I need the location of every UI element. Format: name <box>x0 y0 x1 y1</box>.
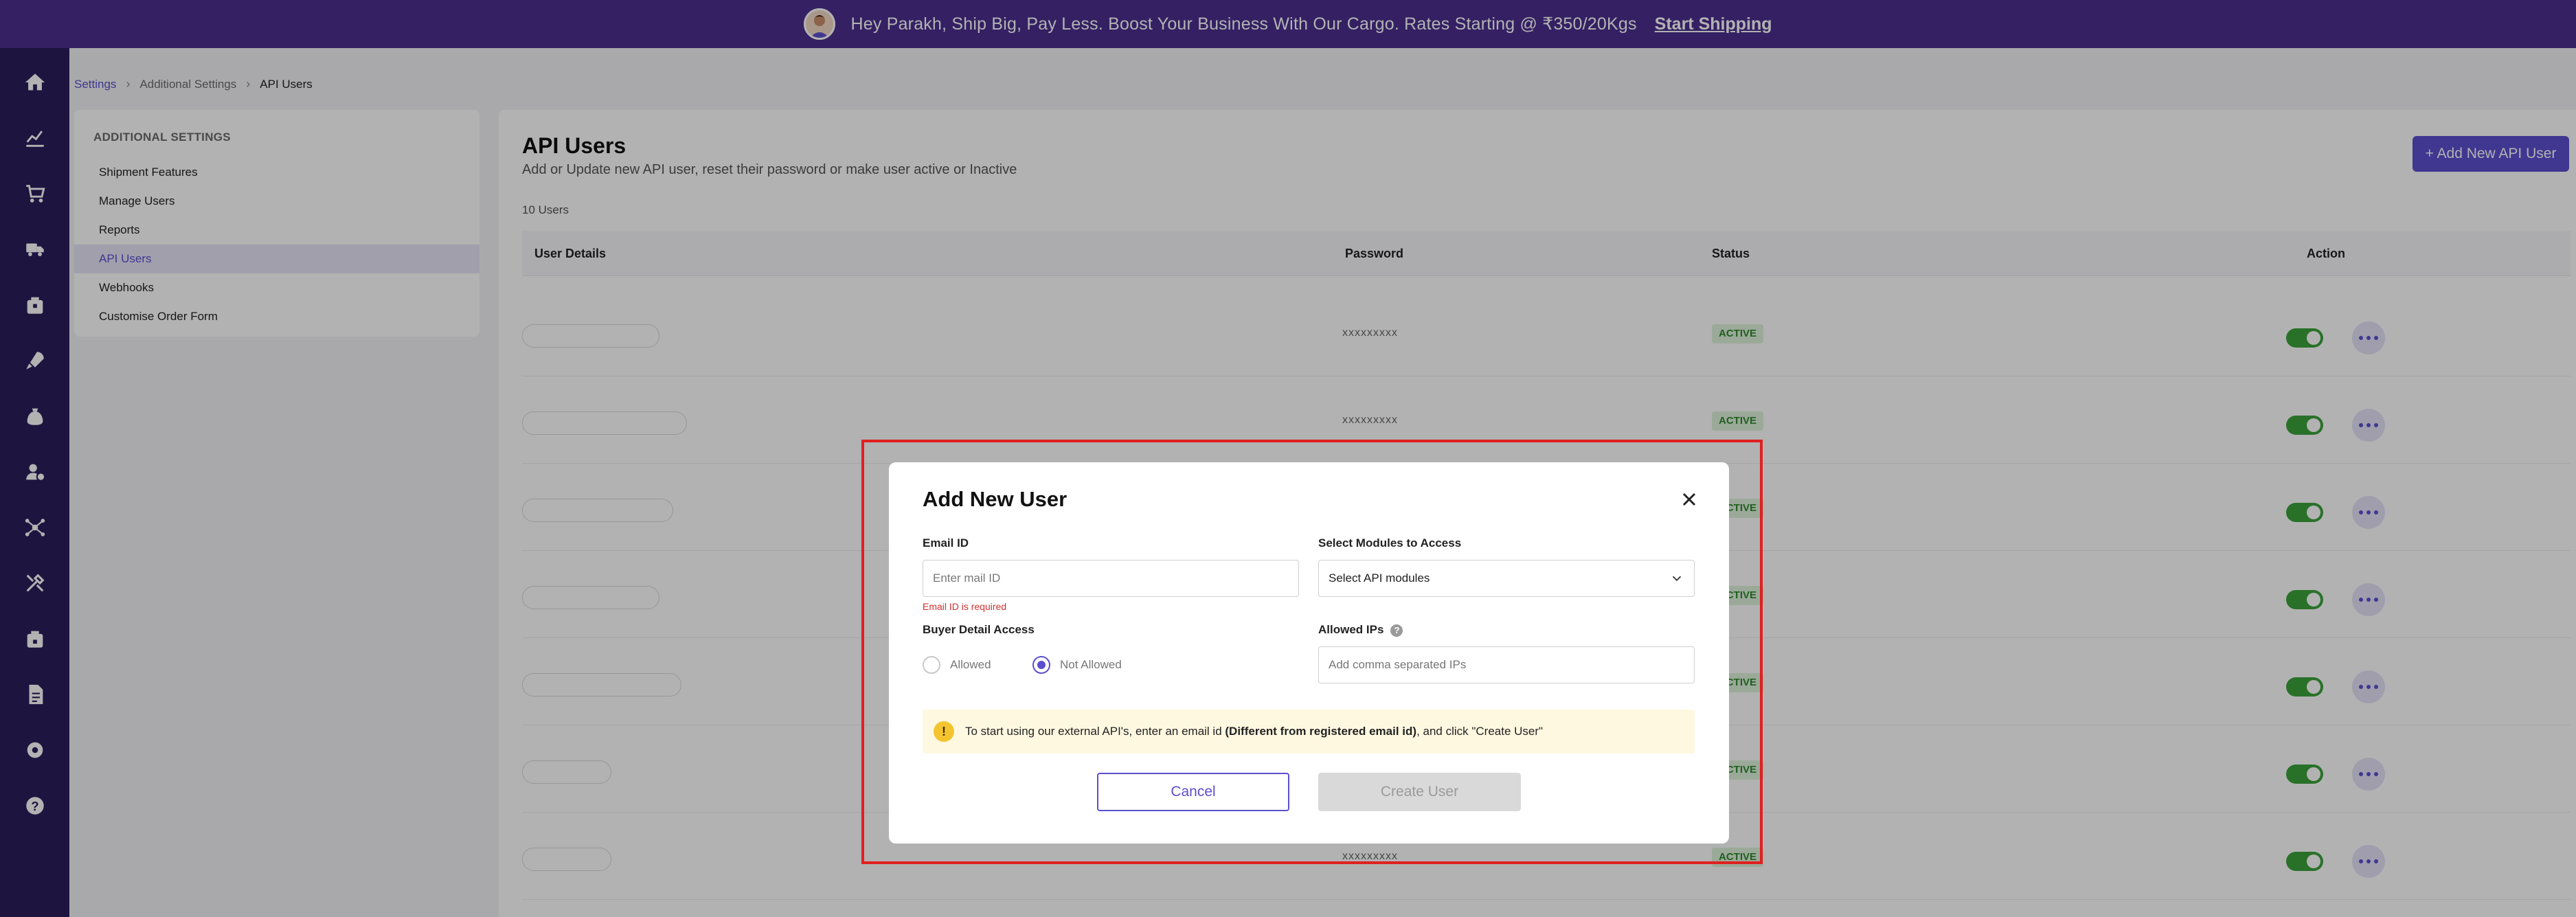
email-input[interactable] <box>923 560 1299 597</box>
radio-allowed[interactable]: Allowed <box>923 656 991 674</box>
info-text-suffix: , and click "Create User" <box>1416 725 1544 738</box>
allowed-ips-label-row: Allowed IPs? <box>1318 623 1403 637</box>
info-text-prefix: To start using our external API's, enter… <box>965 725 1225 738</box>
info-icon: ! <box>934 721 954 742</box>
radio-not-allowed[interactable]: Not Allowed <box>1032 656 1122 674</box>
email-label: Email ID <box>923 536 969 550</box>
info-banner: ! To start using our external API's, ent… <box>923 710 1695 754</box>
cancel-button[interactable]: Cancel <box>1097 773 1289 811</box>
radio-not-allowed-label: Not Allowed <box>1060 658 1122 671</box>
add-user-modal: Add New User Email ID Email ID is requir… <box>889 462 1729 844</box>
email-error-text: Email ID is required <box>923 601 1007 612</box>
create-user-button[interactable]: Create User <box>1318 773 1521 811</box>
radio-allowed-label: Allowed <box>950 658 991 671</box>
modal-title: Add New User <box>923 487 1067 511</box>
close-icon[interactable] <box>1678 488 1700 510</box>
modules-select-value: Select API modules <box>1329 571 1430 585</box>
info-text-bold: (Different from registered email id) <box>1225 725 1417 738</box>
allowed-ips-input[interactable] <box>1318 646 1695 683</box>
modules-select[interactable]: Select API modules <box>1318 560 1695 597</box>
radio-allowed-control[interactable] <box>923 656 940 674</box>
modules-label: Select Modules to Access <box>1318 536 1462 550</box>
help-icon[interactable]: ? <box>1390 624 1403 637</box>
radio-not-allowed-control[interactable] <box>1032 656 1050 674</box>
allowed-ips-label: Allowed IPs <box>1318 623 1384 636</box>
info-text: To start using our external API's, enter… <box>965 725 1543 738</box>
buyer-access-label: Buyer Detail Access <box>923 623 1035 636</box>
chevron-down-icon <box>1672 576 1682 582</box>
